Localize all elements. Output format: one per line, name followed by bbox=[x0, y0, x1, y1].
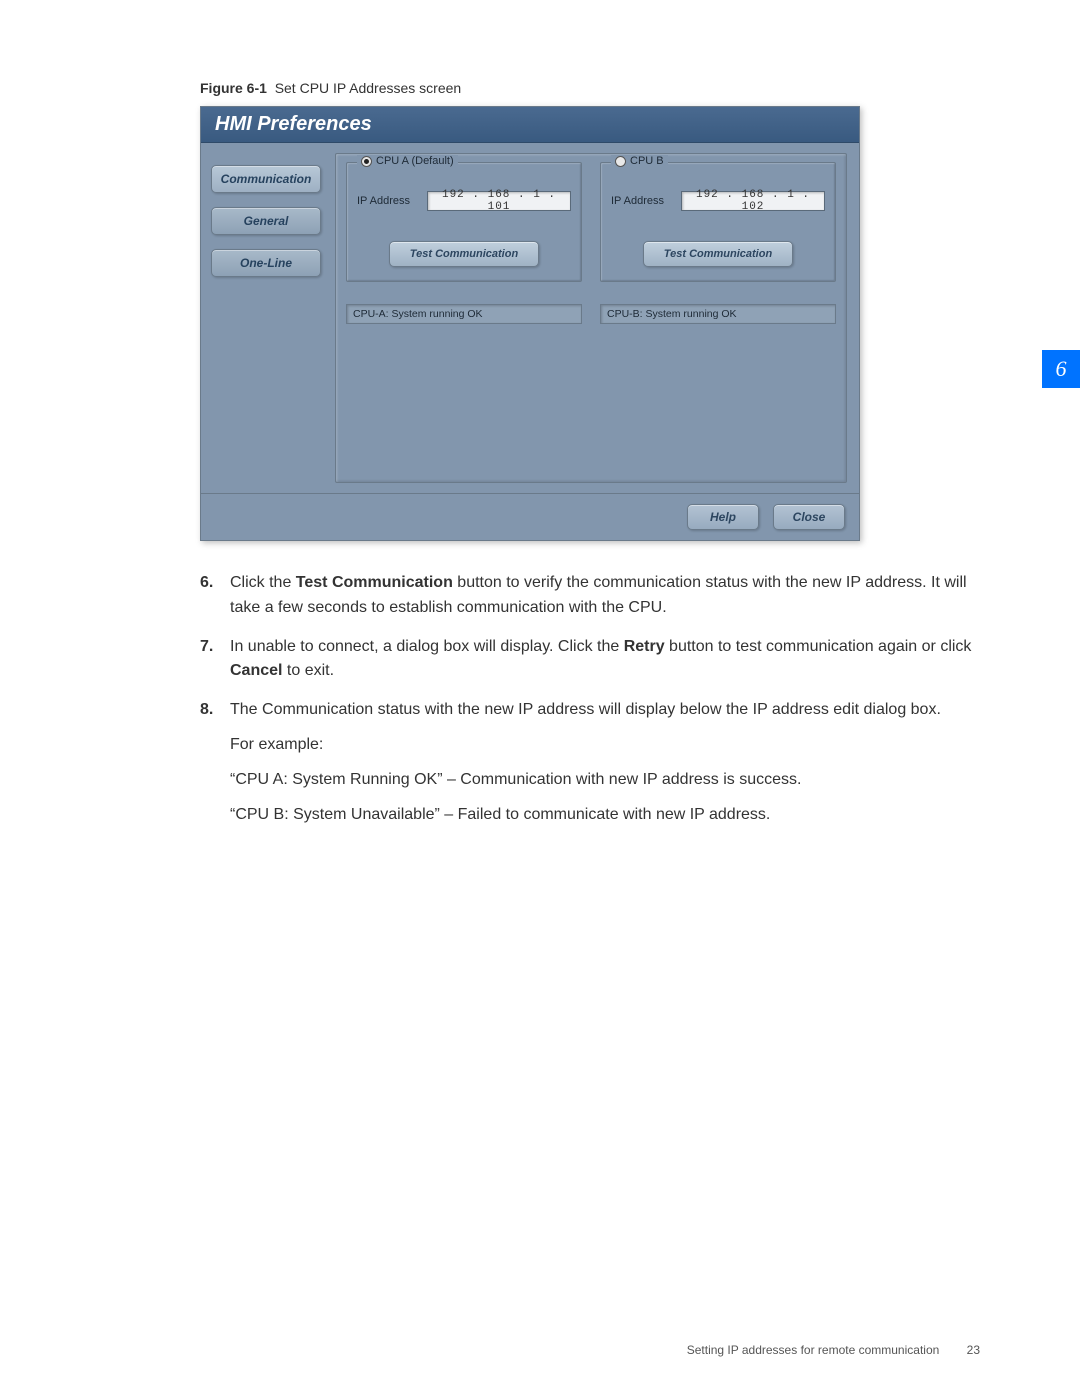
cpu-b-legend[interactable]: CPU B bbox=[611, 155, 668, 167]
figure-label: Figure 6-1 bbox=[200, 80, 267, 96]
step-8-example-ok: “CPU A: System Running OK” – Communicati… bbox=[230, 768, 980, 793]
tab-one-line[interactable]: One-Line bbox=[211, 249, 321, 277]
tab-general[interactable]: General bbox=[211, 207, 321, 235]
instruction-list: 6. Click the Test Communication button t… bbox=[200, 571, 980, 827]
step-8-num: 8. bbox=[200, 698, 230, 827]
dialog-footer: Help Close bbox=[201, 493, 859, 540]
sidebar: Communication General One-Line bbox=[201, 143, 331, 493]
step-7-bold-retry: Retry bbox=[624, 638, 665, 655]
close-button[interactable]: Close bbox=[773, 504, 845, 530]
step-6-text-a: Click the bbox=[230, 574, 296, 591]
cpu-a-legend-text: CPU A (Default) bbox=[376, 155, 454, 167]
tab-communication[interactable]: Communication bbox=[211, 165, 321, 193]
step-6-num: 6. bbox=[200, 571, 230, 621]
cpu-a-legend[interactable]: CPU A (Default) bbox=[357, 155, 458, 167]
figure-title: Set CPU IP Addresses screen bbox=[275, 80, 462, 96]
step-8: 8. The Communication status with the new… bbox=[200, 698, 980, 827]
content-area: CPU A (Default) IP Address 192 . 168 . 1… bbox=[331, 143, 859, 493]
cpu-a-ip-input[interactable]: 192 . 168 . 1 . 101 bbox=[427, 191, 571, 211]
cpu-b-status: CPU-B: System running OK bbox=[600, 304, 836, 324]
cpu-b-test-button[interactable]: Test Communication bbox=[643, 241, 793, 267]
step-6-bold: Test Communication bbox=[296, 574, 453, 591]
step-7-text-e: to exit. bbox=[282, 662, 334, 679]
footer-section: Setting IP addresses for remote communic… bbox=[687, 1343, 940, 1357]
cpu-a-status: CPU-A: System running OK bbox=[346, 304, 582, 324]
help-button[interactable]: Help bbox=[687, 504, 759, 530]
step-8-example-unavail: “CPU B: System Unavailable” – Failed to … bbox=[230, 803, 980, 828]
window-titlebar: HMI Preferences bbox=[201, 107, 859, 143]
cpu-b-ip-input[interactable]: 192 . 168 . 1 . 102 bbox=[681, 191, 825, 211]
step-6: 6. Click the Test Communication button t… bbox=[200, 571, 980, 621]
cpu-a-test-button[interactable]: Test Communication bbox=[389, 241, 539, 267]
step-8-example-label: For example: bbox=[230, 733, 980, 758]
cpu-a-ip-label: IP Address bbox=[357, 195, 417, 207]
cpu-b-radio[interactable] bbox=[615, 156, 626, 167]
step-7-bold-cancel: Cancel bbox=[230, 662, 282, 679]
step-7-text-a: In unable to connect, a dialog box will … bbox=[230, 638, 624, 655]
step-7: 7. In unable to connect, a dialog box wi… bbox=[200, 635, 980, 685]
page-footer: Setting IP addresses for remote communic… bbox=[687, 1343, 980, 1357]
step-7-num: 7. bbox=[200, 635, 230, 685]
step-8-text-a: The Communication status with the new IP… bbox=[230, 701, 941, 718]
footer-page-number: 23 bbox=[967, 1343, 980, 1357]
cpu-a-group: CPU A (Default) IP Address 192 . 168 . 1… bbox=[346, 162, 582, 282]
cpu-a-radio[interactable] bbox=[361, 156, 372, 167]
figure-caption: Figure 6-1 Set CPU IP Addresses screen bbox=[200, 80, 980, 96]
cpu-b-ip-label: IP Address bbox=[611, 195, 671, 207]
hmi-preferences-window: HMI Preferences Communication General On… bbox=[200, 106, 860, 541]
chapter-tab: 6 bbox=[1042, 350, 1080, 388]
cpu-b-legend-text: CPU B bbox=[630, 155, 664, 167]
cpu-b-group: CPU B IP Address 192 . 168 . 1 . 102 Tes… bbox=[600, 162, 836, 282]
step-7-text-c: button to test communication again or cl… bbox=[665, 638, 972, 655]
